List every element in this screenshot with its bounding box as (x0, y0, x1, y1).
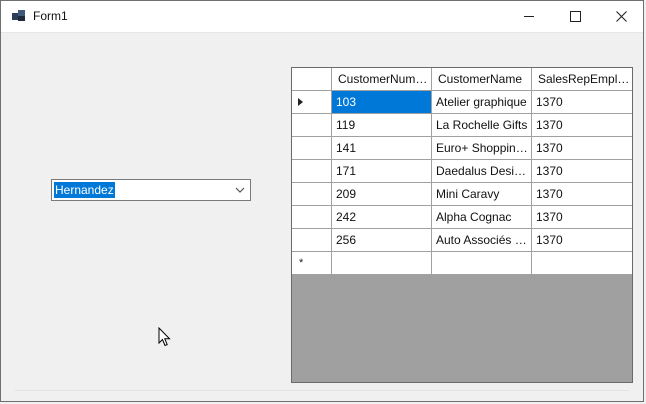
window-title: Form1 (33, 9, 68, 23)
cell-customer-name[interactable]: Alpha Cognac (432, 206, 532, 229)
new-row[interactable]: * (292, 252, 632, 275)
table-row[interactable]: 119 La Rochelle Gifts 1370 (292, 114, 632, 137)
cell-customer-name[interactable]: La Rochelle Gifts (432, 114, 532, 137)
maximize-button[interactable] (552, 1, 598, 32)
cell-customer-number[interactable]: 209 (332, 183, 432, 206)
table-row[interactable]: 242 Alpha Cognac 1370 (292, 206, 632, 229)
app-window-icon (12, 10, 26, 22)
cell-customer-number[interactable]: 171 (332, 160, 432, 183)
new-row-marker-icon: * (299, 257, 304, 269)
maximize-icon (569, 11, 581, 22)
row-header[interactable] (292, 160, 332, 183)
grid-corner-header[interactable] (292, 68, 332, 91)
cell-sales-rep[interactable]: 1370 (532, 183, 632, 206)
cell-sales-rep[interactable]: 1370 (532, 229, 632, 252)
form1-window: Form1 Hernandez CustomerNumber CustomerN… (0, 0, 644, 402)
current-row-pointer-icon (298, 98, 303, 106)
cell-sales-rep[interactable]: 1370 (532, 91, 632, 114)
cell-sales-rep[interactable]: 1370 (532, 160, 632, 183)
new-row-cell-sales-rep[interactable] (532, 252, 632, 275)
minimize-button[interactable] (506, 1, 552, 32)
cell-sales-rep[interactable]: 1370 (532, 206, 632, 229)
combobox-selected-text: Hernandez (54, 182, 115, 198)
column-header-customer-name[interactable]: CustomerName (432, 68, 532, 91)
table-row[interactable]: 141Euro+ Shopping Channel1370 (292, 137, 632, 160)
new-row-cell-customer-number[interactable] (332, 252, 432, 275)
new-row-cell-customer-name[interactable] (432, 252, 532, 275)
chevron-down-icon[interactable] (235, 186, 245, 194)
row-header[interactable] (292, 114, 332, 137)
customers-datagrid[interactable]: CustomerNumber CustomerName SalesRepEmpl… (291, 67, 633, 383)
cell-customer-name[interactable]: Atelier graphique (432, 91, 532, 114)
row-header[interactable] (292, 137, 332, 160)
row-header[interactable] (292, 229, 332, 252)
form-bottom-divider (15, 390, 629, 391)
sales-rep-combobox[interactable]: Hernandez (51, 179, 251, 201)
cell-customer-number[interactable]: 242 (332, 206, 432, 229)
row-header-new[interactable]: * (292, 252, 332, 275)
column-header-customer-number[interactable]: CustomerNumber (332, 68, 432, 91)
cell-customer-number[interactable]: 103 (332, 91, 432, 114)
table-row[interactable]: 171Daedalus Designs Imports1370 (292, 160, 632, 183)
row-header[interactable] (292, 91, 332, 114)
close-icon (615, 11, 627, 22)
mouse-cursor-icon (158, 327, 171, 347)
table-row[interactable]: 209 Mini Caravy 1370 (292, 183, 632, 206)
cell-customer-name[interactable]: Auto Associés & Cie. (432, 229, 532, 252)
table-row[interactable]: 256Auto Associés & Cie.1370 (292, 229, 632, 252)
cell-customer-number[interactable]: 141 (332, 137, 432, 160)
row-header[interactable] (292, 206, 332, 229)
table-row[interactable]: 103 Atelier graphique 1370 (292, 91, 632, 114)
title-bar[interactable]: Form1 (1, 1, 643, 33)
cell-customer-name[interactable]: Mini Caravy (432, 183, 532, 206)
row-header[interactable] (292, 183, 332, 206)
cell-sales-rep[interactable]: 1370 (532, 137, 632, 160)
cell-customer-name[interactable]: Euro+ Shopping Channel (432, 137, 532, 160)
column-header-sales-rep[interactable]: SalesRepEmployeeNumber (532, 68, 632, 91)
grid-header-row: CustomerNumber CustomerName SalesRepEmpl… (292, 68, 632, 91)
cell-customer-number[interactable]: 119 (332, 114, 432, 137)
close-button[interactable] (598, 1, 644, 32)
minimize-icon (524, 16, 534, 17)
cell-sales-rep[interactable]: 1370 (532, 114, 632, 137)
cell-customer-number[interactable]: 256 (332, 229, 432, 252)
cell-customer-name[interactable]: Daedalus Designs Imports (432, 160, 532, 183)
